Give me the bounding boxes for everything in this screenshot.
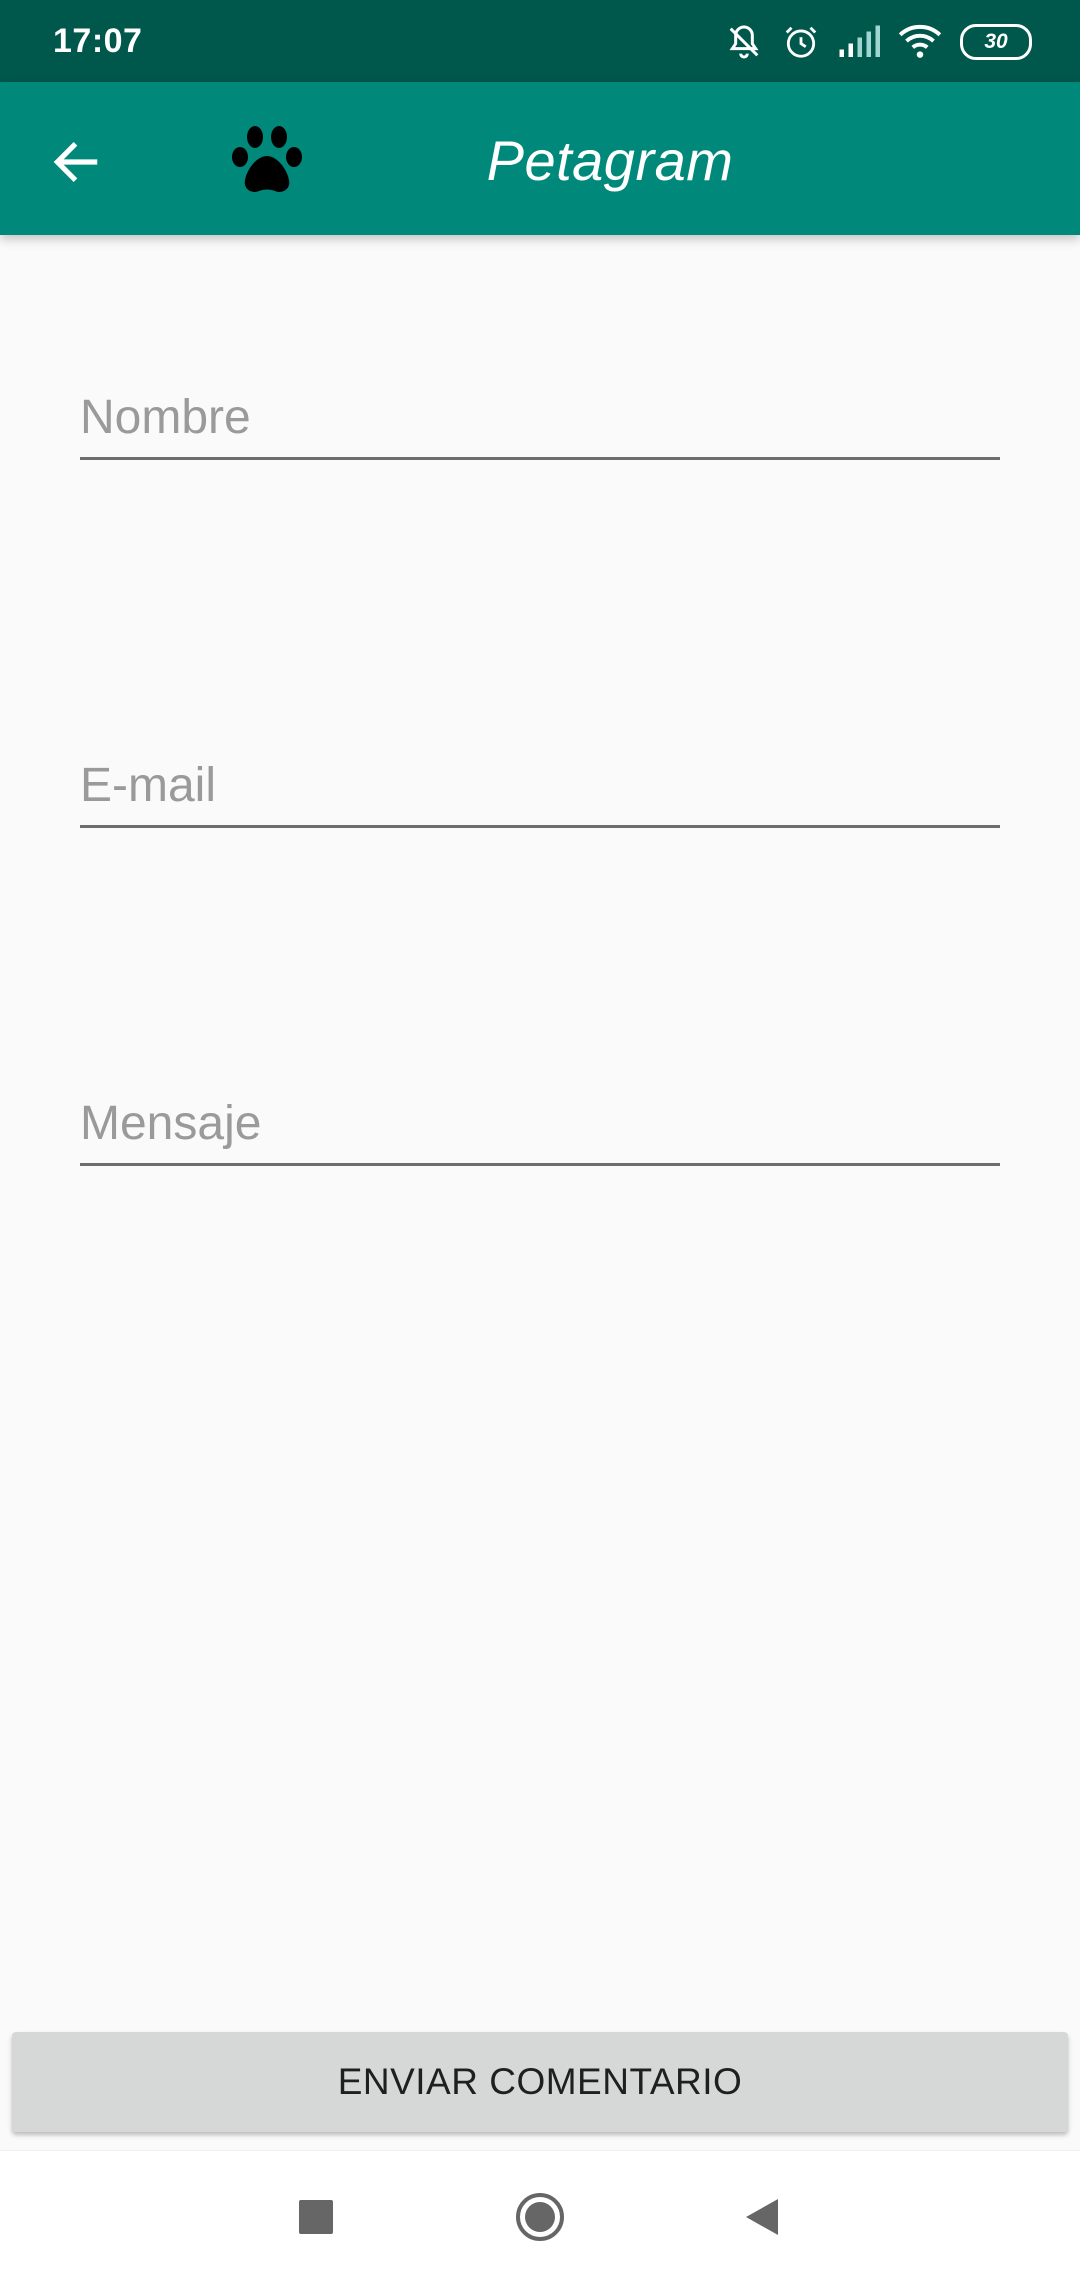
- square-icon: [299, 2200, 333, 2234]
- send-comment-label: ENVIAR COMENTARIO: [337, 2061, 743, 2102]
- notifications-off-icon: [729, 25, 759, 59]
- home-button[interactable]: [514, 2191, 566, 2243]
- battery-icon: 30: [960, 24, 1032, 60]
- recents-button[interactable]: [290, 2191, 342, 2243]
- status-time: 17:07: [53, 22, 143, 60]
- status-bar: 17:07 30: [0, 0, 1080, 82]
- alarm-icon: [785, 26, 817, 58]
- message-input[interactable]: [80, 1096, 1000, 1151]
- system-back-button[interactable]: [736, 2191, 788, 2243]
- name-field[interactable]: [80, 375, 1000, 460]
- status-icons: 30: [724, 20, 1032, 64]
- triangle-back-icon: [746, 2199, 778, 2235]
- app-bar: Petagram: [0, 82, 1080, 235]
- signal-icon: [839, 25, 880, 57]
- app-title: Petagram: [486, 129, 734, 192]
- email-input[interactable]: [80, 758, 1000, 813]
- email-field[interactable]: [80, 743, 1000, 828]
- navigation-bar: [0, 2150, 1080, 2281]
- send-comment-button[interactable]: ENVIAR COMENTARIO: [12, 2032, 1068, 2132]
- battery-level: 30: [984, 30, 1008, 53]
- name-input[interactable]: [80, 390, 1000, 445]
- message-field[interactable]: [80, 1081, 1000, 1166]
- wifi-icon: [898, 24, 942, 58]
- circle-icon: [516, 2193, 564, 2241]
